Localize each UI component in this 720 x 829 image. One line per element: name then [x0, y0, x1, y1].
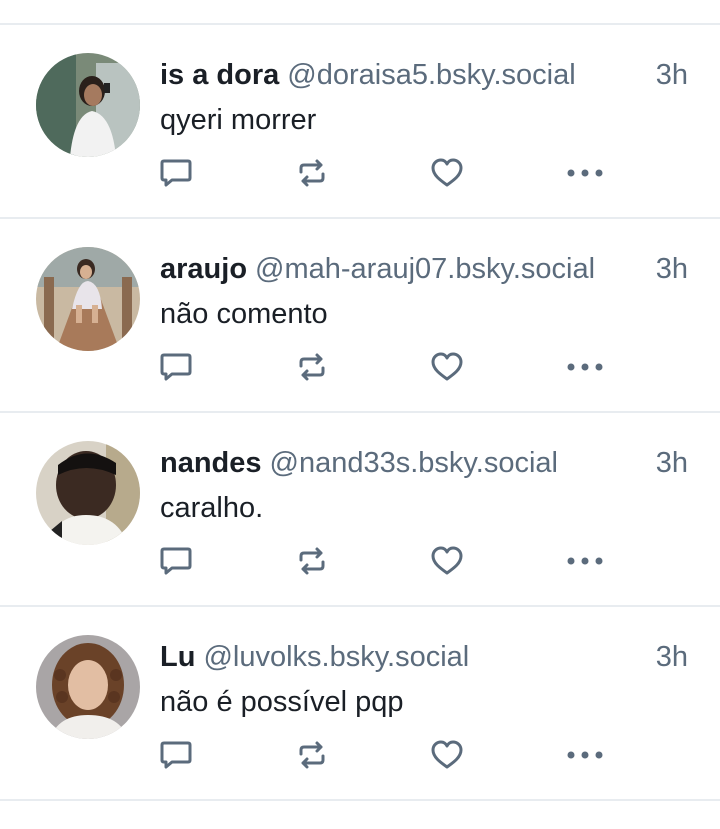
post-item[interactable]: araujo @mah-arauj07.bsky.social 3h não co… [0, 219, 720, 411]
more-options-button[interactable] [565, 735, 605, 775]
post-divider [0, 799, 720, 801]
reply-button[interactable] [156, 347, 196, 387]
handle[interactable]: @doraisa5.bsky.social [287, 59, 575, 91]
avatar[interactable] [36, 53, 140, 157]
more-options-button[interactable] [565, 541, 605, 581]
more-options-button[interactable] [565, 347, 605, 387]
post-item[interactable]: is a dora @doraisa5.bsky.social 3h qyeri … [0, 25, 720, 217]
repost-button[interactable] [292, 347, 332, 387]
timestamp[interactable]: 3h [656, 251, 688, 287]
like-icon [431, 546, 463, 575]
post-header: nandes @nand33s.bsky.social [160, 445, 630, 481]
handle[interactable]: @nand33s.bsky.social [270, 447, 558, 479]
like-button[interactable] [427, 735, 467, 775]
post-header: araujo @mah-arauj07.bsky.social [160, 251, 630, 287]
like-icon [431, 158, 463, 187]
repost-icon [299, 741, 325, 769]
like-button[interactable] [427, 153, 467, 193]
repost-button[interactable] [292, 541, 332, 581]
post-text: não é possível pqp [160, 686, 404, 718]
reply-icon [160, 741, 192, 769]
post-text: caralho. [160, 492, 264, 524]
repost-button[interactable] [292, 735, 332, 775]
display-name[interactable]: nandes [160, 447, 262, 479]
post-text: não comento [160, 298, 328, 330]
post-actions [0, 153, 720, 193]
reply-icon [160, 159, 192, 187]
post-item[interactable]: nandes @nand33s.bsky.social 3h caralho. [0, 413, 720, 605]
post-header: Lu @luvolks.bsky.social [160, 639, 630, 675]
display-name[interactable]: is a dora [160, 59, 279, 91]
more-options-button[interactable] [565, 153, 605, 193]
post-actions [0, 735, 720, 775]
reply-button[interactable] [156, 541, 196, 581]
like-icon [431, 740, 463, 769]
avatar[interactable] [36, 635, 140, 739]
more-options-icon [567, 557, 603, 565]
avatar[interactable] [36, 247, 140, 351]
timestamp[interactable]: 3h [656, 639, 688, 675]
repost-icon [299, 547, 325, 575]
display-name[interactable]: araujo [160, 253, 247, 285]
more-options-icon [567, 169, 603, 177]
post-text: qyeri morrer [160, 104, 317, 136]
post-item[interactable]: Lu @luvolks.bsky.social 3h não é possível… [0, 607, 720, 799]
repost-icon [299, 353, 325, 381]
avatar[interactable] [36, 441, 140, 545]
repost-icon [299, 159, 325, 187]
timestamp[interactable]: 3h [656, 57, 688, 93]
more-options-icon [567, 363, 603, 371]
reply-button[interactable] [156, 735, 196, 775]
like-icon [431, 352, 463, 381]
handle[interactable]: @mah-arauj07.bsky.social [255, 253, 595, 285]
like-button[interactable] [427, 347, 467, 387]
like-button[interactable] [427, 541, 467, 581]
post-actions [0, 347, 720, 387]
handle[interactable]: @luvolks.bsky.social [203, 641, 469, 673]
timestamp[interactable]: 3h [656, 445, 688, 481]
reply-button[interactable] [156, 153, 196, 193]
display-name[interactable]: Lu [160, 641, 195, 673]
reply-icon [160, 353, 192, 381]
more-options-icon [567, 751, 603, 759]
repost-button[interactable] [292, 153, 332, 193]
reply-icon [160, 547, 192, 575]
post-actions [0, 541, 720, 581]
post-header: is a dora @doraisa5.bsky.social [160, 57, 630, 93]
